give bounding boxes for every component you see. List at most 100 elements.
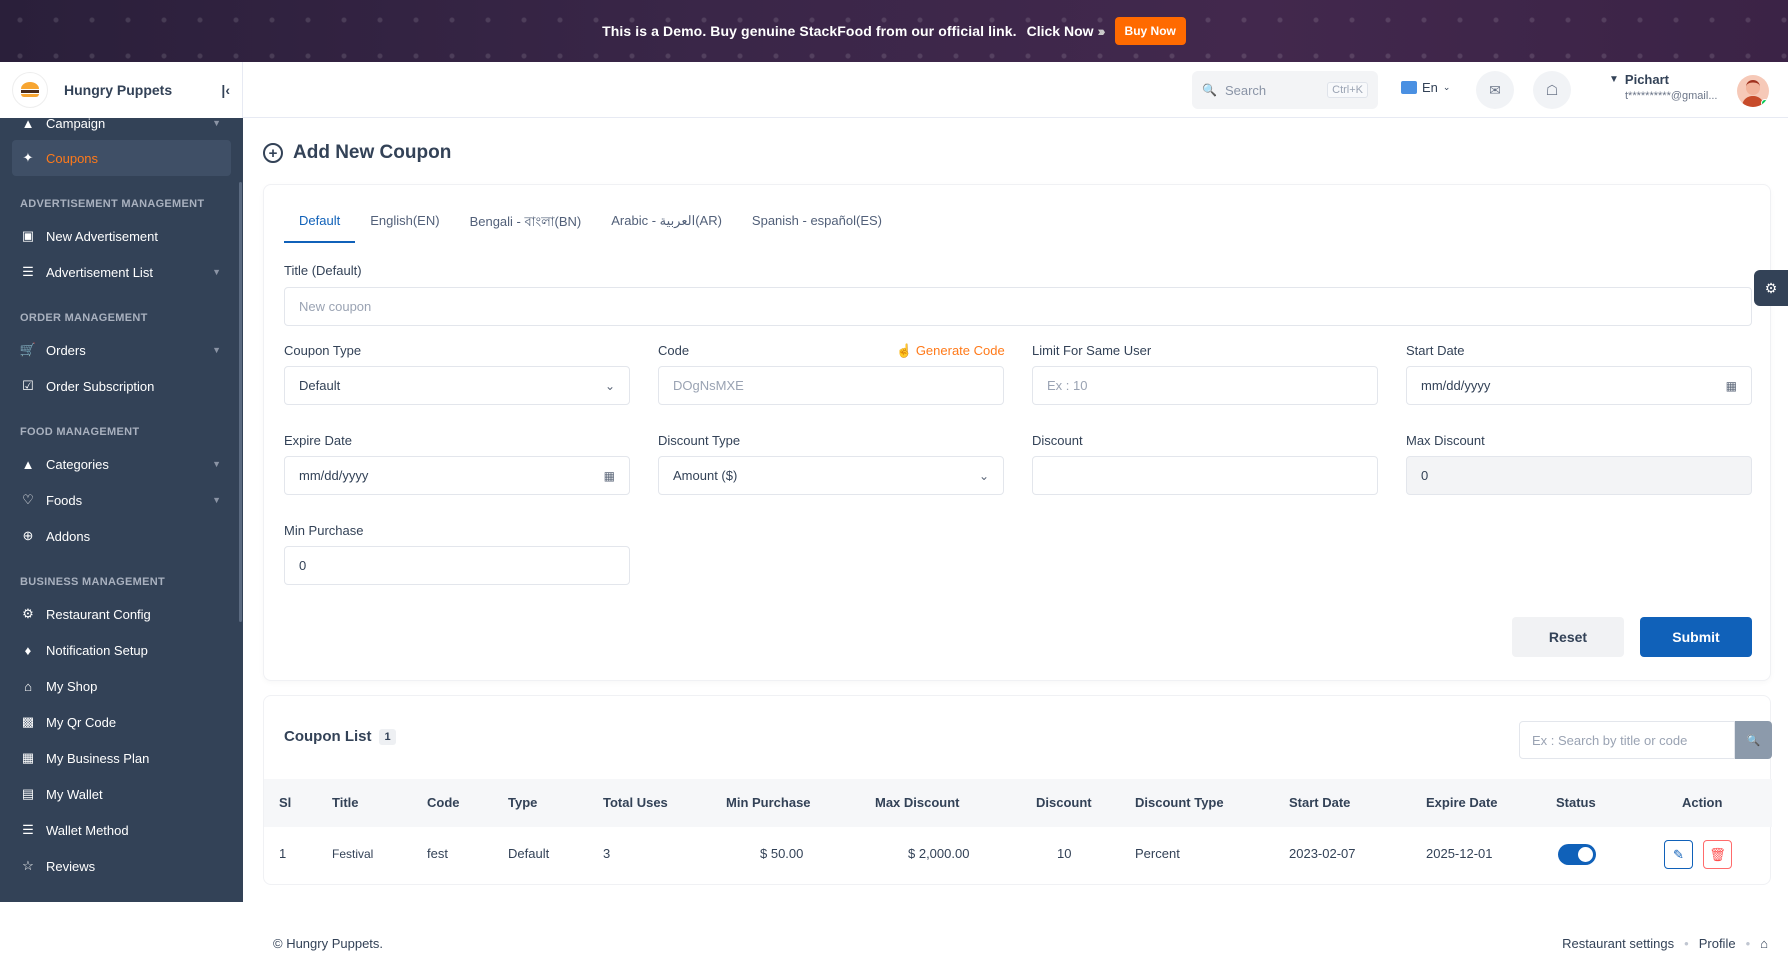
sidebar-item-categories[interactable]: ▲ Categories ▼	[12, 446, 231, 482]
tab-default[interactable]: Default	[284, 203, 356, 243]
discount-input[interactable]	[1032, 456, 1378, 495]
sidebar-item-my-business-plan[interactable]: ▦ My Business Plan	[12, 740, 231, 776]
brand-logo[interactable]	[12, 72, 48, 108]
sidebar-item-reviews[interactable]: ☆ Reviews	[12, 848, 231, 884]
chevron-down-icon: ▼	[212, 118, 221, 128]
sidebar-item-coupons[interactable]: ✦ Coupons	[12, 140, 231, 176]
sidebar-item-orders[interactable]: 🛒 Orders ▼	[12, 332, 231, 368]
sidebar-item-label: Campaign	[46, 115, 106, 131]
calendar-icon[interactable]: ▦	[604, 469, 615, 483]
avatar[interactable]	[1737, 75, 1769, 107]
coupon-search-input[interactable]: Ex : Search by title or code	[1519, 721, 1735, 759]
home-icon: ⌂	[24, 678, 32, 694]
coupon-search-button[interactable]: 🔍	[1735, 721, 1772, 759]
delete-button[interactable]: 🗑	[1703, 840, 1732, 869]
start-date-input[interactable]: mm/dd/yyyy ▦	[1406, 366, 1752, 405]
max-discount-input[interactable]: 0	[1406, 456, 1752, 495]
profile-link[interactable]: Profile	[1699, 936, 1736, 951]
sidebar-item-foods[interactable]: ♡ Foods ▼	[12, 482, 231, 518]
footer: © Hungry Puppets. Restaurant settings • …	[243, 902, 1788, 976]
col-min-purchase: Min Purchase	[726, 795, 811, 810]
messages-button[interactable]: ✉	[1476, 71, 1514, 109]
sidebar-item-label: Addons	[46, 528, 91, 544]
caret-down-icon: ▼	[1609, 74, 1619, 85]
discount-type-select[interactable]: Amount ($) ⌄	[658, 456, 1004, 495]
language-selector[interactable]: En ⌄	[1401, 80, 1450, 95]
chevron-down-icon: ▼	[212, 267, 221, 277]
min-purchase-input[interactable]: 0	[284, 546, 630, 585]
sidebar-item-notification-setup[interactable]: ♦ Notification Setup	[12, 632, 231, 668]
sidebar-item-campaign[interactable]: ▲ Campaign ▼	[12, 106, 231, 140]
tab-arabic[interactable]: Arabic - العربية(AR)	[596, 203, 737, 243]
cell-expire-date: 2025-12-01	[1426, 846, 1493, 861]
coupon-list-card: Coupon List 1 Ex : Search by title or co…	[263, 695, 1772, 885]
gear-icon: ⚙	[22, 606, 34, 621]
buy-now-button[interactable]: Buy Now	[1114, 17, 1186, 45]
col-sl: Sl	[279, 795, 292, 810]
expire-date-input[interactable]: mm/dd/yyyy ▦	[284, 456, 630, 495]
home-icon[interactable]: ⌂	[1760, 936, 1768, 951]
col-title: Title	[332, 795, 359, 810]
sidebar-item-order-subscription[interactable]: ☑ Order Subscription	[12, 368, 231, 404]
page-title: + Add New Coupon	[263, 142, 451, 164]
expire-date-value: mm/dd/yyyy	[299, 468, 369, 483]
tag-icon: ✦	[22, 150, 34, 165]
table-row: 1 Festival fest Default 3 $ 50.00 $ 2,00…	[264, 827, 1772, 881]
sidebar-item-my-shop[interactable]: ⌂ My Shop	[12, 668, 231, 704]
status-toggle[interactable]	[1558, 844, 1596, 865]
title-input[interactable]: New coupon	[284, 287, 1752, 326]
col-start-date: Start Date	[1289, 795, 1351, 810]
section-heading-business: BUSINESS MANAGEMENT	[20, 576, 166, 588]
chart-icon: ▦	[21, 750, 35, 765]
cell-code: fest	[427, 846, 448, 861]
sidebar-item-addons[interactable]: ⊕ Addons	[12, 518, 231, 554]
search-input[interactable]: 🔍 Search Ctrl+K	[1192, 71, 1378, 109]
coupon-count-badge: 1	[379, 728, 396, 745]
separator-dot: •	[1684, 936, 1689, 951]
cart-icon: 🛒	[19, 342, 37, 357]
limit-input[interactable]: Ex : 10	[1032, 366, 1378, 405]
sidebar-item-label: Notification Setup	[46, 642, 148, 658]
sidebar-item-advertisement-list[interactable]: ☰ Advertisement List ▼	[12, 254, 231, 290]
coupon-type-select[interactable]: Default ⌄	[284, 366, 630, 405]
sidebar-item-my-wallet[interactable]: ▤ My Wallet	[12, 776, 231, 812]
sidebar-item-wallet-method[interactable]: ☰ Wallet Method	[12, 812, 231, 848]
edit-button[interactable]: ✎	[1664, 840, 1693, 869]
tab-english[interactable]: English(EN)	[355, 203, 454, 243]
start-date-label: Start Date	[1406, 343, 1465, 358]
sidebar-item-restaurant-config[interactable]: ⚙ Restaurant Config	[12, 596, 231, 632]
reset-button[interactable]: Reset	[1512, 617, 1624, 657]
discount-label: Discount	[1032, 433, 1083, 448]
cell-type: Default	[508, 846, 550, 861]
user-menu[interactable]: ▼ Pichart t**********@gmail...	[1609, 72, 1718, 102]
top-header: 🔍 Search Ctrl+K En ⌄ ✉ ☖ ▼ Pichart t****…	[243, 62, 1788, 118]
section-heading-food: FOOD MANAGEMENT	[20, 426, 140, 438]
sidebar-item-my-qr-code[interactable]: ▩ My Qr Code	[12, 704, 231, 740]
cell-min-purchase: $ 50.00	[760, 846, 804, 861]
section-heading-advertisement: ADVERTISEMENT MANAGEMENT	[20, 198, 205, 210]
orders-button[interactable]: ☖	[1533, 71, 1571, 109]
click-now-link[interactable]: Click Now ›››	[1026, 23, 1106, 39]
translate-icon	[1401, 81, 1417, 94]
click-now-label: Click Now	[1026, 23, 1094, 39]
search-placeholder: Search	[1224, 82, 1267, 98]
cell-start-date: 2023-02-07	[1289, 846, 1356, 861]
submit-button[interactable]: Submit	[1640, 617, 1752, 657]
tab-spanish[interactable]: Spanish - español(ES)	[737, 203, 897, 243]
generate-code-label: Generate Code	[915, 343, 1005, 358]
coupon-form-card: Default English(EN) Bengali - বাংলা(BN) …	[263, 184, 1771, 681]
sidebar-item-new-advertisement[interactable]: ▣ New Advertisement	[12, 218, 231, 254]
chevron-down-icon: ⌄	[1442, 82, 1451, 92]
generate-code-link[interactable]: ☝ Generate Code	[896, 343, 1005, 359]
chevron-down-icon: ▼	[212, 495, 221, 505]
calendar-icon[interactable]: ▦	[1726, 379, 1737, 393]
tab-bengali[interactable]: Bengali - বাংলা(BN)	[455, 203, 597, 243]
settings-floating-button[interactable]: ⚙	[1754, 270, 1788, 306]
sidebar-scrollbar[interactable]	[239, 182, 242, 622]
discount-type-label: Discount Type	[658, 433, 741, 448]
online-status-dot	[1761, 99, 1769, 107]
col-type: Type	[508, 795, 538, 810]
code-input[interactable]: DOgNsMXE	[658, 366, 1004, 405]
collapse-sidebar-icon[interactable]: |‹	[221, 82, 230, 98]
restaurant-settings-link[interactable]: Restaurant settings	[1562, 936, 1674, 951]
